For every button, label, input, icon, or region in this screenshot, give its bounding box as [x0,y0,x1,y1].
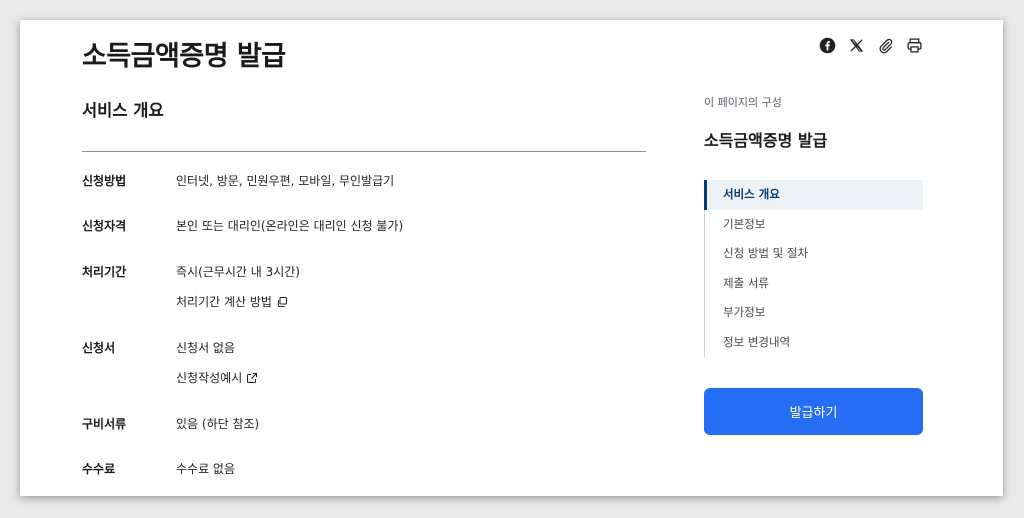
section-title: 서비스 개요 [82,101,164,120]
toc-item-change-history[interactable]: 정보 변경내역 [705,328,923,358]
info-value: 수수료 없음 [176,462,236,476]
content-card: 소득금액증명 발급 서비스 개요 신청방법 인터넷, 방문, 민원우편, 모바일… [20,20,1003,496]
info-label: 신청서 [82,341,116,355]
info-label: 신청방법 [82,174,127,188]
form-example-link[interactable]: 신청작성예시 [176,369,258,386]
info-value: 즉시(근무시간 내 3시간) [176,265,300,279]
processing-calc-link[interactable]: 처리기간 계산 방법 [176,293,288,310]
share-bar [818,36,923,54]
page-title: 소득금액증명 발급 [82,41,286,72]
info-value: 신청서 없음 [176,341,236,355]
issue-button[interactable]: 발급하기 [704,388,923,435]
link-label: 처리기간 계산 방법 [176,295,272,309]
print-icon[interactable] [905,36,923,54]
copy-icon [277,296,287,307]
external-link-icon [247,372,258,383]
info-value: 있음 (하단 참조) [176,417,260,431]
info-label: 구비서류 [82,417,127,431]
toc-item-overview[interactable]: 서비스 개요 [704,180,923,210]
toc-item-procedure[interactable]: 신청 방법 및 절차 [705,239,923,269]
info-label: 수수료 [82,462,116,476]
x-icon[interactable] [847,36,865,54]
toc-nav: 서비스 개요 기본정보 신청 방법 및 절차 제출 서류 부가정보 정보 변경내… [704,180,923,357]
toc-caption: 이 페이지의 구성 [704,96,782,109]
facebook-icon[interactable] [818,36,836,54]
toc-title: 소득금액증명 발급 [704,131,828,150]
toc-item-basic-info[interactable]: 기본정보 [705,210,923,240]
info-label: 신청자격 [82,219,127,233]
section-divider [82,151,646,152]
toc-item-documents[interactable]: 제출 서류 [705,269,923,299]
info-value: 인터넷, 방문, 민원우편, 모바일, 무인발급기 [176,174,395,188]
link-label: 신청작성예시 [176,371,243,385]
clip-icon[interactable] [876,36,894,54]
info-value: 본인 또는 대리인(온라인은 대리인 신청 불가) [176,219,404,233]
info-label: 처리기간 [82,265,127,279]
toc-item-additional-info[interactable]: 부가정보 [705,298,923,328]
